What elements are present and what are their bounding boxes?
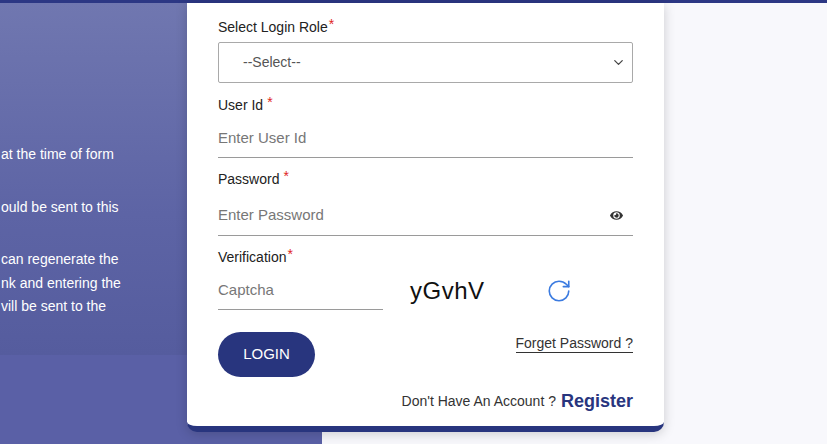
user-id-input[interactable]: Enter User Id bbox=[218, 120, 633, 158]
info-paragraph: ould be sent to this bbox=[0, 196, 187, 220]
info-line: at the time of form bbox=[0, 143, 187, 167]
captcha-input[interactable]: Captcha bbox=[218, 272, 383, 310]
register-prompt: Don't Have An Account ? bbox=[402, 391, 556, 412]
password-label: Password* bbox=[218, 169, 633, 189]
captcha-row: Captcha yGvhV bbox=[218, 272, 633, 310]
role-label: Select Login Role* bbox=[218, 17, 633, 37]
background-panel: at the time of form ould be sent to this c… bbox=[0, 3, 187, 355]
refresh-icon[interactable] bbox=[546, 278, 572, 304]
forget-password-link[interactable]: Forget Password ? bbox=[516, 334, 634, 353]
user-id-label: User Id* bbox=[218, 95, 633, 115]
info-line: can regenerate the bbox=[0, 248, 187, 272]
password-input[interactable]: Enter Password bbox=[218, 195, 633, 236]
captcha-code: yGvhV bbox=[410, 273, 520, 309]
role-select[interactable]: --Select-- bbox=[218, 42, 633, 83]
login-page: at the time of form ould be sent to this c… bbox=[0, 0, 827, 444]
info-paragraph: at the time of form bbox=[0, 143, 187, 167]
info-paragraph: can regenerate thenk and entering thevil… bbox=[0, 248, 187, 319]
register-link[interactable]: Register bbox=[561, 388, 633, 415]
login-card: Select Login Role* --Select-- User Id* Ente… bbox=[187, 3, 664, 432]
login-button[interactable]: LOGIN bbox=[218, 332, 315, 377]
verification-label: Verification* bbox=[218, 247, 633, 267]
info-line: vill be sent to the bbox=[0, 295, 187, 319]
info-line: ould be sent to this bbox=[0, 196, 187, 220]
chevron-down-icon bbox=[611, 55, 626, 70]
eye-icon[interactable] bbox=[610, 209, 623, 222]
info-line: nk and entering the bbox=[0, 272, 187, 296]
register-row: Don't Have An Account ?Register bbox=[218, 390, 633, 412]
